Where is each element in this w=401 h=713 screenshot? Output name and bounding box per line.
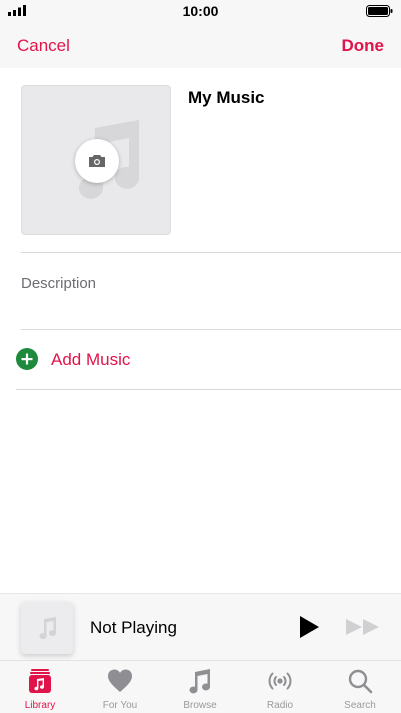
status-time: 10:00 (182, 3, 219, 19)
cancel-button[interactable]: Cancel (17, 36, 70, 56)
mini-player[interactable]: Not Playing (0, 593, 401, 660)
library-icon (29, 669, 51, 693)
done-button[interactable]: Done (342, 36, 385, 56)
tab-library[interactable]: Library (0, 661, 80, 713)
now-playing-title: Not Playing (90, 618, 177, 637)
tab-label: Library (24, 700, 56, 711)
description-field[interactable]: Description (21, 275, 96, 292)
tab-label: For You (102, 700, 138, 711)
fast-forward-icon[interactable] (345, 618, 381, 636)
battery-icon (366, 5, 393, 17)
tab-browse[interactable]: Browse (160, 661, 240, 713)
play-icon[interactable] (298, 615, 320, 639)
tab-radio[interactable]: Radio (240, 661, 320, 713)
playlist-artwork[interactable] (21, 85, 171, 235)
tab-for-you[interactable]: For You (80, 661, 160, 713)
status-bar: 10:00 (0, 0, 401, 22)
tab-search[interactable]: Search (320, 661, 400, 713)
add-circle-icon (16, 348, 38, 370)
divider (21, 252, 401, 253)
tab-label: Browse (183, 700, 217, 711)
add-music-label: Add Music (51, 350, 131, 369)
tab-bar: Library For You Browse Radio Search (0, 660, 401, 713)
playlist-title[interactable]: My Music (188, 88, 265, 108)
tab-label: Radio (266, 700, 294, 711)
mini-player-artwork (21, 602, 73, 654)
radio-icon (268, 672, 292, 690)
divider (16, 389, 401, 390)
divider (21, 329, 401, 330)
navigation-bar: Cancel Done (0, 22, 401, 68)
camera-icon (89, 155, 105, 167)
heart-icon (108, 669, 132, 692)
search-icon (348, 669, 373, 694)
music-note-icon (39, 617, 57, 640)
tab-label: Search (344, 700, 376, 711)
add-photo-button[interactable] (75, 139, 119, 183)
music-note-icon (189, 669, 210, 694)
